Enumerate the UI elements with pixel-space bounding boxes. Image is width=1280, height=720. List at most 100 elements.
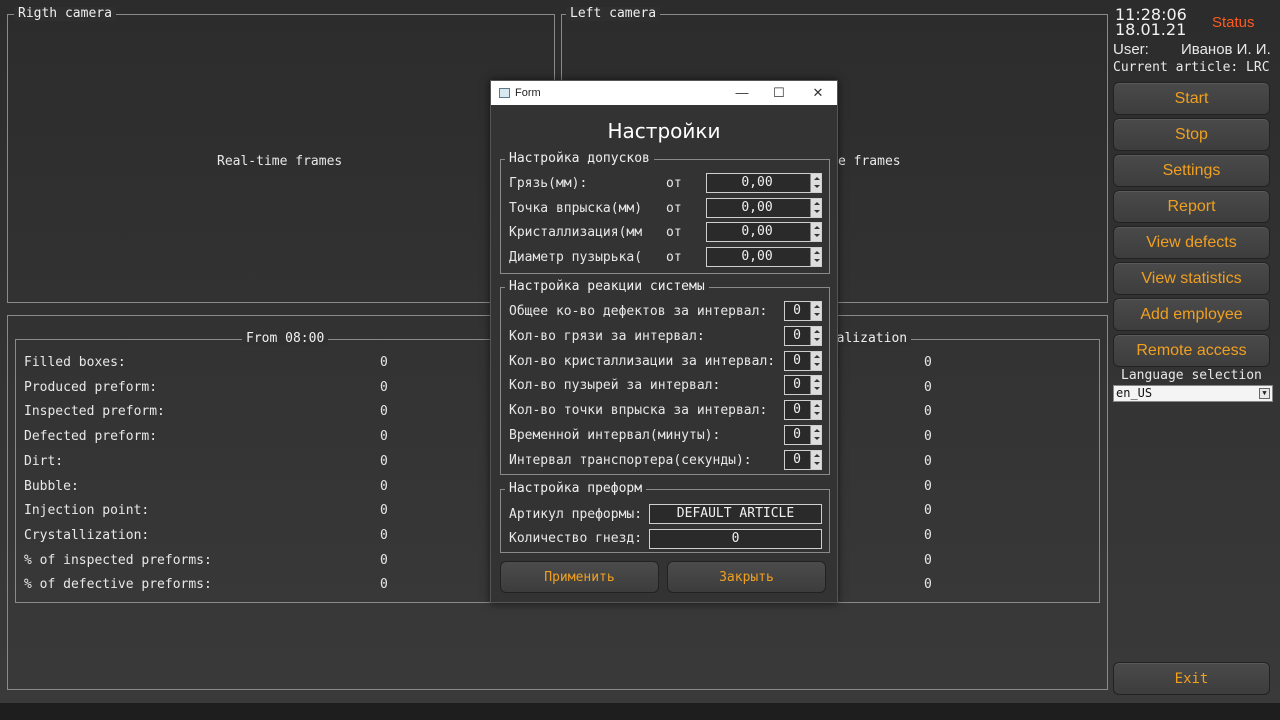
tolerance-from-label: от	[666, 176, 682, 191]
reaction-value: 0	[793, 451, 801, 467]
tolerance-value: 0,00	[741, 248, 773, 264]
start-button[interactable]: Start	[1113, 82, 1270, 115]
tolerance-from-label: от	[666, 249, 682, 265]
remote-access-button[interactable]: Remote access	[1113, 334, 1270, 367]
stat-left-label: Dirt:	[24, 453, 64, 469]
spin-arrows-icon[interactable]	[810, 198, 821, 217]
spin-arrows-icon[interactable]	[810, 247, 821, 266]
minimize-icon[interactable]: —	[727, 83, 757, 103]
tolerance-value: 0,00	[741, 175, 773, 190]
tolerance-value: 0,00	[741, 199, 773, 215]
stat-left-value: 0	[380, 429, 388, 445]
language-value: en_US	[1116, 386, 1153, 400]
left-camera-frames: e frames	[838, 154, 901, 169]
stat-left-label: Defected preform:	[24, 429, 158, 445]
reaction-spinbox[interactable]: 0	[784, 301, 822, 321]
reaction-spinbox[interactable]: 0	[784, 400, 822, 421]
reaction-spinbox[interactable]: 0	[784, 375, 822, 396]
dialog-heading: Настройки	[607, 119, 721, 143]
apply-button[interactable]: Применить	[500, 561, 659, 593]
stat-left-label: % of defective preforms:	[24, 577, 212, 593]
right-camera-title: Rigth camera	[14, 7, 116, 21]
maximize-icon[interactable]: ☐	[764, 83, 794, 103]
stat-right-value: 0	[924, 552, 932, 568]
spin-arrows-icon[interactable]	[810, 450, 821, 469]
stat-right-value: 0	[924, 527, 932, 543]
reaction-label: Кол-во грязи за интервал:	[509, 328, 705, 344]
tolerances-title: Настройка допусков	[505, 152, 654, 166]
reaction-label: Общее ко-во дефектов за интервал:	[509, 304, 768, 319]
spin-arrows-icon[interactable]	[810, 401, 821, 420]
chevron-down-icon: ▼	[1259, 388, 1270, 399]
stat-left-label: Produced preform:	[24, 379, 158, 395]
spin-arrows-icon[interactable]	[810, 351, 821, 370]
preform-group: Настройка преформ Артикул преформы: DEFA…	[500, 482, 830, 553]
stat-left-label: Crystallization:	[24, 527, 150, 543]
reaction-value: 0	[793, 402, 801, 418]
language-select[interactable]: en_US ▼	[1113, 385, 1273, 402]
view-statistics-button[interactable]: View statistics	[1113, 262, 1270, 295]
tolerance-label: Точка впрыска(мм)	[509, 200, 643, 216]
user-label: User:	[1113, 41, 1149, 58]
window-icon	[499, 88, 510, 98]
tolerance-spinbox[interactable]: 0,00	[706, 222, 822, 242]
stat-left-label: Injection point:	[24, 503, 150, 519]
user-name: Иванов И. И.	[1181, 41, 1271, 58]
reaction-label: Временной интервал(минуты):	[509, 428, 721, 443]
reaction-label: Кол-во кристаллизации за интервал:	[509, 353, 776, 369]
status-indicator: Status	[1212, 14, 1255, 31]
right-camera-panel: Rigth camera Real-time frames	[7, 7, 555, 303]
sockets-label: Количество гнезд:	[509, 531, 643, 546]
reaction-spinbox[interactable]: 0	[784, 449, 822, 470]
stat-left-value: 0	[380, 453, 388, 469]
reaction-label: Кол-во пузырей за интервал:	[509, 378, 721, 394]
stat-right-value: 0	[924, 429, 932, 445]
reaction-spinbox[interactable]: 0	[784, 425, 822, 445]
stat-left-value: 0	[380, 478, 388, 494]
view-defects-button[interactable]: View defects	[1113, 226, 1270, 259]
spin-arrows-icon[interactable]	[810, 302, 821, 320]
stat-left-value: 0	[380, 503, 388, 519]
tolerances-group: Настройка допусков Грязь(мм): от 0,00 Точка…	[500, 152, 830, 274]
reaction-title: Настройка реакции системы	[505, 280, 709, 294]
stop-button[interactable]: Stop	[1113, 118, 1270, 151]
tolerance-spinbox[interactable]: 0,00	[706, 173, 822, 193]
spin-arrows-icon[interactable]	[810, 174, 821, 192]
stat-right-value: 0	[924, 577, 932, 593]
reaction-value: 0	[793, 377, 801, 393]
tolerance-spinbox[interactable]: 0,00	[706, 197, 822, 218]
exit-button[interactable]: Exit	[1113, 662, 1270, 695]
reaction-value: 0	[793, 303, 801, 318]
close-icon[interactable]: ✕	[803, 83, 833, 103]
language-label: Language selection	[1121, 368, 1262, 383]
article-field[interactable]: DEFAULT ARTICLE	[649, 504, 822, 524]
stat-left-value: 0	[380, 404, 388, 420]
stat-left-label: Bubble:	[24, 478, 79, 494]
spin-arrows-icon[interactable]	[810, 326, 821, 345]
right-camera-frames: Real-time frames	[217, 154, 343, 169]
stat-left-label: % of inspected preforms:	[24, 552, 212, 568]
tolerance-from-label: от	[666, 225, 682, 240]
stat-left-value: 0	[380, 577, 388, 593]
stats-from-title: From 08:00	[242, 332, 329, 346]
sockets-field[interactable]: 0	[649, 529, 822, 549]
clock-date: 18.01.21	[1115, 20, 1187, 39]
report-button[interactable]: Report	[1113, 190, 1270, 223]
add-employee-button[interactable]: Add employee	[1113, 298, 1270, 331]
spin-arrows-icon[interactable]	[810, 426, 821, 444]
settings-button[interactable]: Settings	[1113, 154, 1270, 187]
reaction-spinbox[interactable]: 0	[784, 350, 822, 371]
stats-from-box: From 08:00 Filled boxes: 0 Produced prefor…	[15, 332, 551, 603]
close-button[interactable]: Закрыть	[667, 561, 826, 593]
reaction-spinbox[interactable]: 0	[784, 325, 822, 346]
dialog-titlebar: Form — ☐ ✕	[491, 81, 837, 105]
stat-left-value: 0	[380, 379, 388, 395]
spin-arrows-icon[interactable]	[810, 223, 821, 241]
tolerance-spinbox[interactable]: 0,00	[706, 246, 822, 267]
stat-right-value: 0	[924, 355, 932, 370]
stat-right-value: 0	[924, 404, 932, 420]
window-title: Form	[515, 87, 541, 99]
left-camera-title: Left camera	[566, 7, 661, 21]
tolerance-label: Грязь(мм):	[509, 176, 588, 191]
spin-arrows-icon[interactable]	[810, 376, 821, 395]
